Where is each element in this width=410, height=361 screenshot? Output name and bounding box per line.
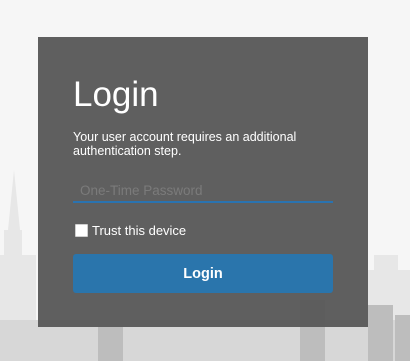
trust-device-checkbox[interactable] (75, 224, 88, 237)
login-title: Login (73, 75, 159, 114)
one-time-password-input[interactable] (73, 179, 333, 203)
trust-device-row[interactable]: Trust this device (75, 223, 186, 238)
auth-step-description: Your user account requires an additional… (73, 130, 297, 158)
login-button[interactable]: Login (73, 254, 333, 293)
trust-device-label[interactable]: Trust this device (92, 223, 186, 238)
login-page: Login Your user account requires an addi… (0, 0, 410, 361)
login-card: Login Your user account requires an addi… (38, 37, 368, 327)
